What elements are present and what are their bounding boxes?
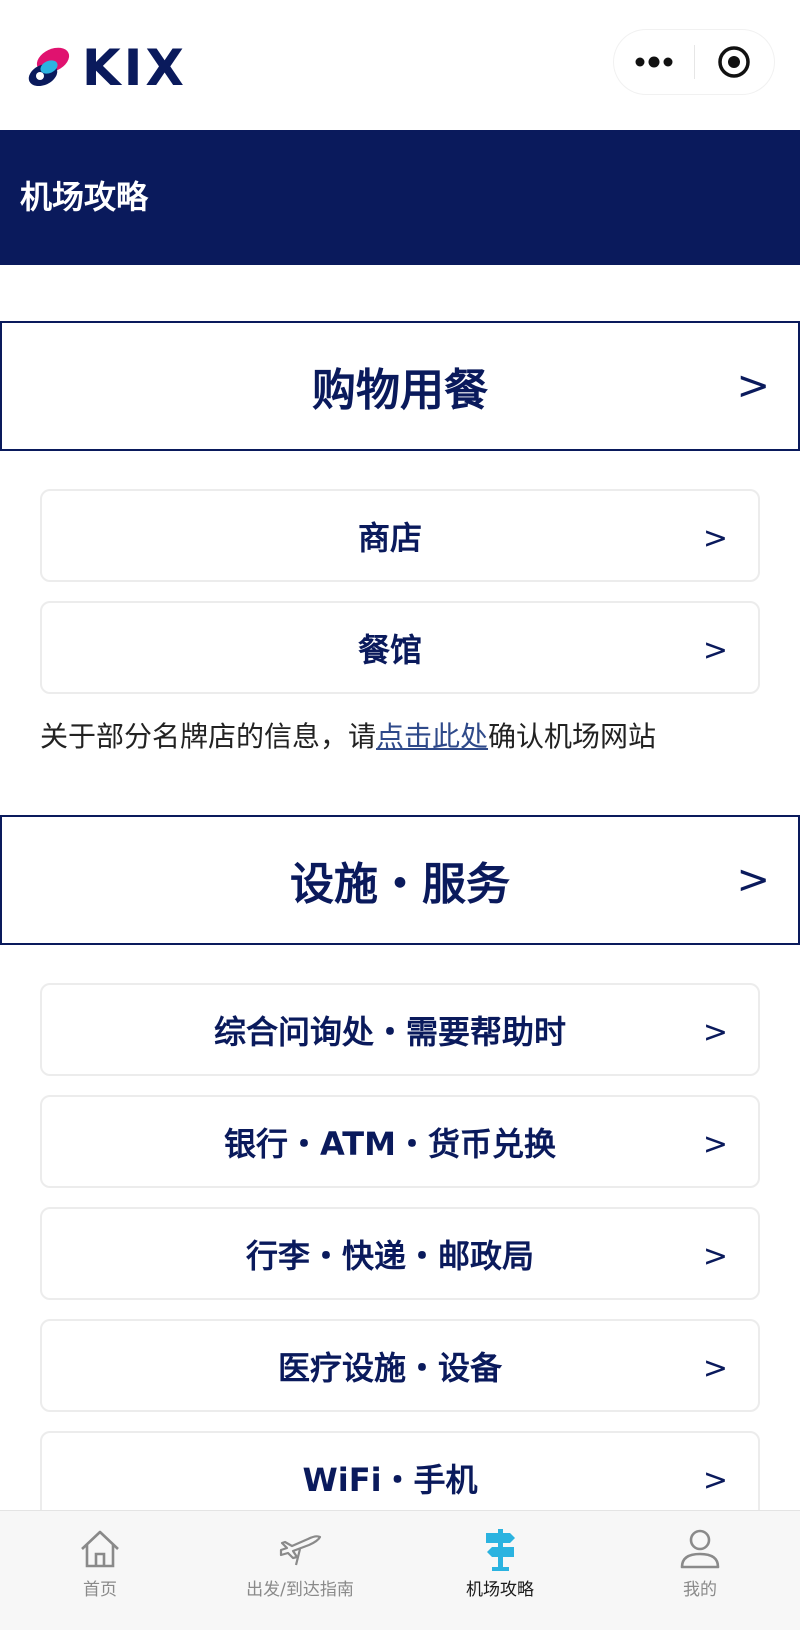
page-banner: 机场攻略 xyxy=(0,130,800,265)
list-item-label: 银行・ATM・货币兑换 xyxy=(224,1124,556,1163)
list-item-baggage-post[interactable]: 行李・快递・邮政局 > xyxy=(40,1207,760,1300)
mini-program-capsule xyxy=(614,30,774,94)
signpost-icon xyxy=(486,1529,515,1571)
list-item-label: WiFi・手机 xyxy=(302,1460,478,1499)
list-item-label: 行李・快递・邮政局 xyxy=(245,1236,534,1275)
page-title: 机场攻略 xyxy=(20,178,149,216)
list-item-restaurants[interactable]: 餐馆 > xyxy=(40,601,760,694)
more-dots-icon xyxy=(635,56,673,68)
tab-home[interactable]: 首页 xyxy=(0,1511,200,1630)
person-icon xyxy=(680,1529,720,1569)
list-item-label: 医疗设施・设备 xyxy=(277,1348,502,1387)
section-facilities-services[interactable]: 设施・服务 > xyxy=(0,815,800,945)
list-item-medical[interactable]: 医疗设施・设备 > xyxy=(40,1319,760,1412)
note-prefix: 关于部分名牌店的信息，请 xyxy=(40,720,377,753)
list-item-shops[interactable]: 商店 > xyxy=(40,489,760,582)
top-bar: KIX xyxy=(0,0,800,130)
airplane-icon xyxy=(279,1535,322,1566)
more-button[interactable] xyxy=(614,30,694,94)
chevron-right-icon: > xyxy=(702,633,728,668)
list-item-label: 餐馆 xyxy=(357,630,422,669)
chevron-right-icon: > xyxy=(702,1463,728,1498)
chevron-right-icon: > xyxy=(702,1015,728,1050)
kix-logo: KIX xyxy=(26,42,187,94)
bottom-tab-bar: 首页 出发/到达指南 机场攻略 我的 xyxy=(0,1510,800,1630)
chevron-right-icon: > xyxy=(702,1239,728,1274)
list-item-information[interactable]: 综合问询处・需要帮助时 > xyxy=(40,983,760,1076)
note-suffix: 确认机场网站 xyxy=(488,720,657,753)
logo-text: KIX xyxy=(82,39,187,97)
list-item-bank-atm[interactable]: 银行・ATM・货币兑换 > xyxy=(40,1095,760,1188)
tab-profile[interactable]: 我的 xyxy=(600,1511,800,1630)
section-shopping-dining[interactable]: 购物用餐 > xyxy=(0,321,800,451)
target-circle-icon xyxy=(718,46,750,78)
click-here-link[interactable]: 点击此处 xyxy=(376,720,488,753)
tab-label: 机场攻略 xyxy=(466,1580,534,1600)
tab-label: 首页 xyxy=(83,1580,117,1600)
tab-airport-guide[interactable]: 机场攻略 xyxy=(400,1511,600,1630)
tab-departure-arrival[interactable]: 出发/到达指南 xyxy=(200,1511,400,1630)
chevron-right-icon: > xyxy=(702,521,728,556)
kix-logo-icon xyxy=(26,45,72,91)
brand-store-note: 关于部分名牌店的信息，请点击此处确认机场网站 xyxy=(40,717,656,757)
chevron-right-icon: > xyxy=(702,1127,728,1162)
tab-label: 出发/到达指南 xyxy=(246,1580,354,1600)
chevron-right-icon: > xyxy=(736,363,770,409)
home-icon xyxy=(81,1530,119,1568)
list-item-label: 商店 xyxy=(357,518,422,557)
list-item-label: 综合问询处・需要帮助时 xyxy=(213,1012,566,1051)
section-title: 设施・服务 xyxy=(290,859,510,910)
chevron-right-icon: > xyxy=(702,1351,728,1386)
chevron-right-icon: > xyxy=(736,857,770,903)
section-title: 购物用餐 xyxy=(312,365,488,416)
close-button[interactable] xyxy=(695,30,775,94)
tab-label: 我的 xyxy=(683,1580,717,1600)
